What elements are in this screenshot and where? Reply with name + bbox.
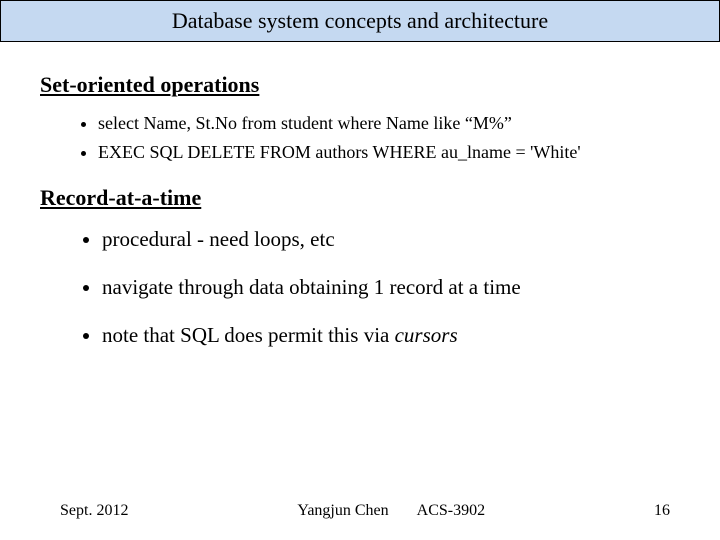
footer-page-number: 16 xyxy=(654,502,670,520)
list-item: navigate through data obtaining 1 record… xyxy=(102,273,680,301)
list-item: note that SQL does permit this via curso… xyxy=(102,321,680,349)
list-record-at-a-time: procedural - need loops, etc navigate th… xyxy=(40,225,680,350)
slide-content: Set-oriented operations select Name, St.… xyxy=(0,42,720,350)
slide-footer: Sept. 2012 Yangjun Chen ACS-3902 16 xyxy=(0,502,720,520)
list-item: EXEC SQL DELETE FROM authors WHERE au_ln… xyxy=(98,141,680,164)
footer-author: Yangjun Chen xyxy=(297,502,388,519)
list-item: procedural - need loops, etc xyxy=(102,225,680,253)
heading-set-oriented: Set-oriented operations xyxy=(40,72,680,98)
cursors-emphasis: cursors xyxy=(395,323,458,347)
footer-course: ACS-3902 xyxy=(417,502,485,519)
footer-center: Yangjun Chen ACS-3902 xyxy=(128,502,654,520)
footer-date: Sept. 2012 xyxy=(60,502,128,520)
slide-title-bar: Database system concepts and architectur… xyxy=(0,0,720,42)
slide-title: Database system concepts and architectur… xyxy=(172,8,548,34)
heading-record-at-a-time: Record-at-a-time xyxy=(40,185,680,211)
list-item: select Name, St.No from student where Na… xyxy=(98,112,680,135)
list-set-oriented: select Name, St.No from student where Na… xyxy=(40,112,680,165)
